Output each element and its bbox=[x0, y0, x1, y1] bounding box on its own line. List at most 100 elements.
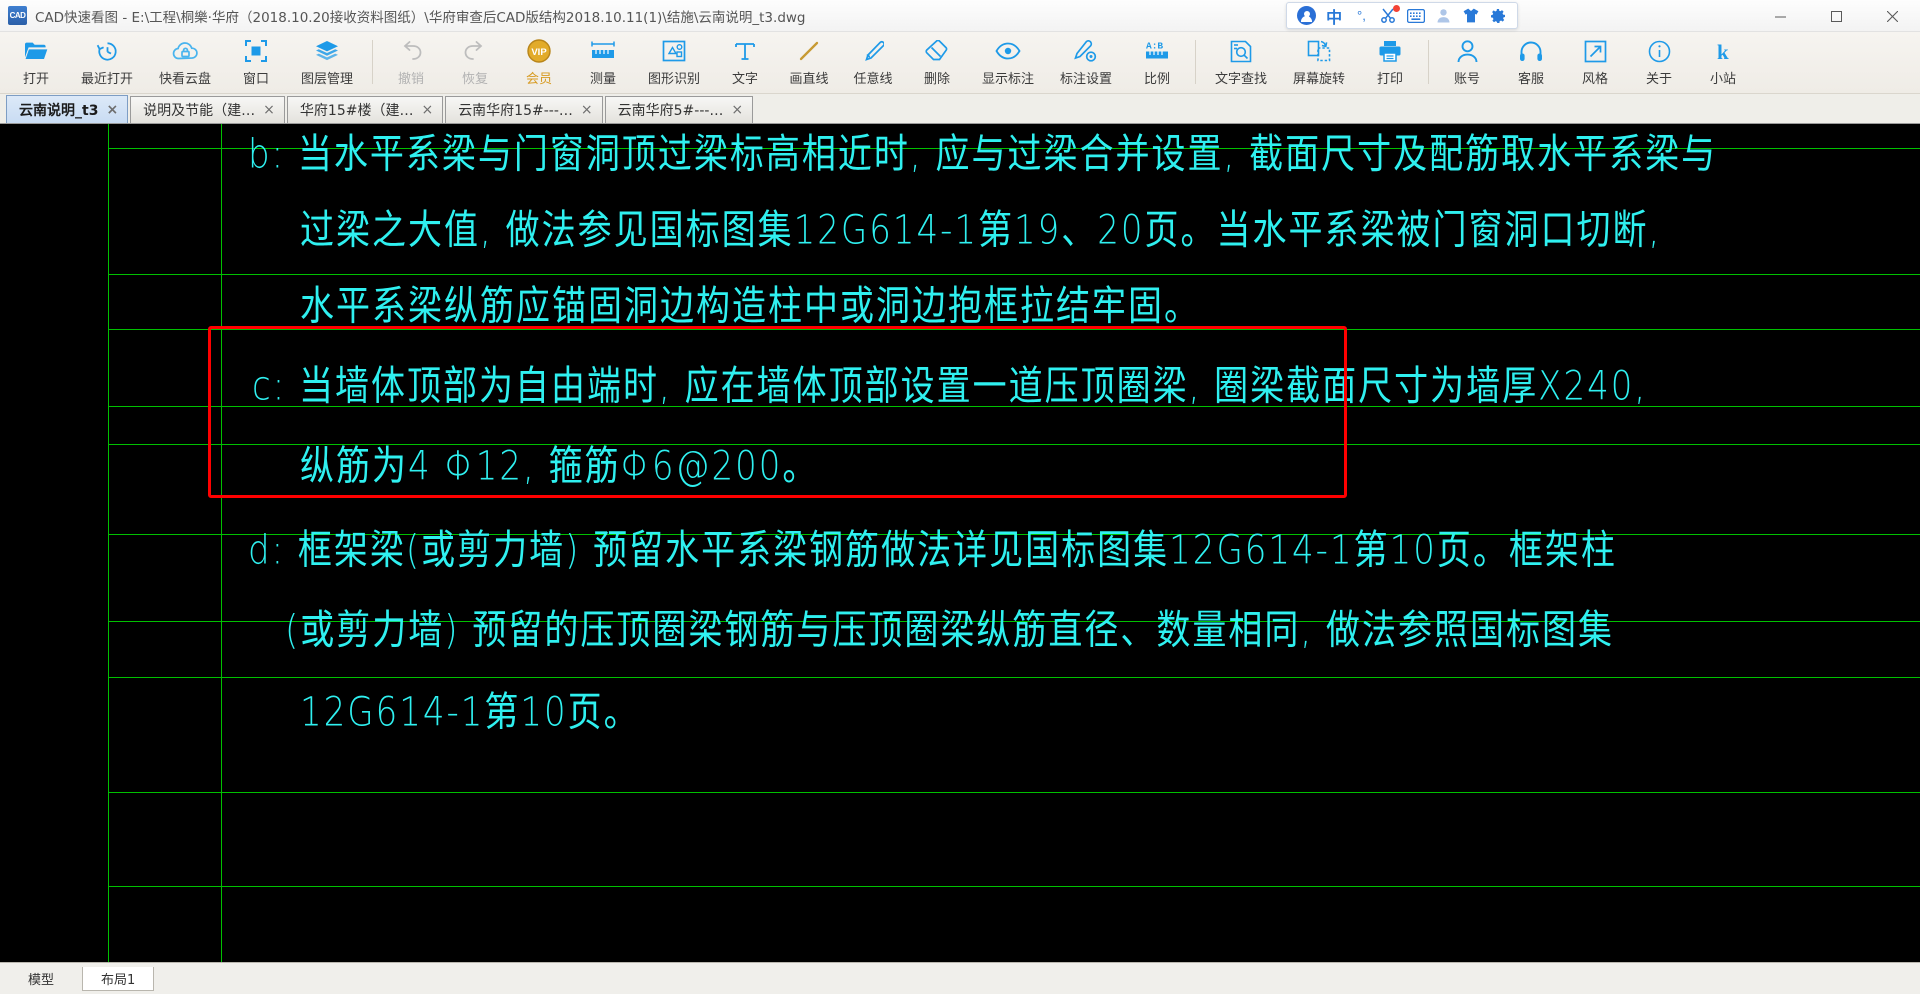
toolbar-separator bbox=[1428, 40, 1429, 84]
user-icon[interactable] bbox=[1434, 6, 1452, 26]
toolbar-label: 风格 bbox=[1581, 72, 1608, 87]
toolbar-button-layer-manager[interactable]: 图层管理 bbox=[288, 32, 366, 92]
layout-tab-label: 布局1 bbox=[101, 972, 136, 988]
toolbar-button-window[interactable]: 窗口 bbox=[224, 32, 288, 92]
toolbar-button-text-search[interactable]: 文字查找 bbox=[1202, 32, 1280, 92]
toolbar-button-redo[interactable]: 恢复 bbox=[443, 32, 507, 92]
line-draw-icon bbox=[798, 38, 820, 64]
chinese-mode-icon[interactable]: 中 bbox=[1325, 6, 1343, 27]
toolbar-button-cloud-disk[interactable]: 快看云盘 bbox=[146, 32, 224, 92]
app-logo-text: CAD bbox=[9, 10, 26, 20]
layout-tab-layout1[interactable]: 布局1 bbox=[82, 966, 155, 991]
toolbar-button-measure[interactable]: 测量 bbox=[571, 32, 635, 92]
maximize-button[interactable] bbox=[1808, 0, 1864, 32]
tab-huafu-15lou[interactable]: 华府15#楼（建… × bbox=[286, 96, 444, 123]
tab-shuoming-jieneng[interactable]: 说明及节能（建… × bbox=[130, 96, 285, 123]
close-icon[interactable]: × bbox=[731, 103, 743, 117]
tab-yunnan-shuoming-t3[interactable]: 云南说明_t3 × bbox=[6, 95, 129, 123]
toolbar-label: 客服 bbox=[1517, 72, 1544, 87]
cloud-icon bbox=[172, 38, 199, 64]
layout-tab-model[interactable]: 模型 bbox=[10, 967, 72, 991]
toolbar-button-freehand-line[interactable]: 任意线 bbox=[841, 32, 905, 92]
tab-label: 云南华府15#---… bbox=[458, 103, 573, 119]
table-grid-vertical-line bbox=[108, 124, 109, 962]
layout-tab-skew bbox=[0, 966, 10, 991]
toolbar-button-about[interactable]: 关于 bbox=[1627, 32, 1691, 92]
toolbar-label: 文字查找 bbox=[1214, 72, 1267, 87]
toolbar-label: 打开 bbox=[22, 72, 49, 87]
ime-floating-toolbar[interactable]: 中 °, bbox=[1286, 2, 1518, 29]
redo-arrow-icon bbox=[463, 38, 487, 64]
eye-icon bbox=[995, 38, 1021, 64]
account-person-icon bbox=[1457, 38, 1478, 64]
soft-keyboard-icon[interactable] bbox=[1406, 6, 1425, 26]
cad-text-line: 12G614-1第10页。 bbox=[300, 689, 640, 737]
headset-support-icon bbox=[1519, 38, 1543, 64]
minimize-button[interactable] bbox=[1752, 0, 1808, 32]
toolbar-label: 比例 bbox=[1143, 72, 1170, 87]
toolbar-button-print[interactable]: 打印 bbox=[1358, 32, 1422, 92]
window-title: CAD快速看图 - E:\工程\桐樂·华府（2018.10.20接收资料图纸）\… bbox=[35, 9, 806, 26]
toolbar-label: 账号 bbox=[1453, 72, 1480, 87]
toolbar-label: 画直线 bbox=[789, 72, 829, 87]
toolbar-button-vip[interactable]: VIP 会员 bbox=[507, 32, 571, 92]
window-icon bbox=[245, 38, 267, 64]
cad-text-line: b: 当水平系梁与门窗洞顶过梁标高相近时, 应与过梁合并设置, 截面尺寸及配筋取… bbox=[248, 131, 1718, 179]
printer-icon bbox=[1378, 38, 1402, 64]
toolbar-button-support[interactable]: 客服 bbox=[1499, 32, 1563, 92]
toolbar-button-draw-line[interactable]: 画直线 bbox=[777, 32, 841, 92]
kuaikan-k-icon: k bbox=[1712, 38, 1734, 64]
sogou-logo-icon[interactable] bbox=[1297, 6, 1316, 26]
toolbar-label: 图形识别 bbox=[647, 72, 700, 87]
window-controls bbox=[1752, 0, 1920, 32]
close-icon[interactable]: × bbox=[421, 103, 433, 117]
info-circle-icon bbox=[1648, 38, 1671, 64]
table-grid-horizontal-line bbox=[108, 677, 1920, 678]
tab-yunnan-huafu-15[interactable]: 云南华府15#---… × bbox=[445, 96, 603, 123]
toolbar-label: 打印 bbox=[1376, 72, 1403, 87]
table-grid-horizontal-line bbox=[108, 886, 1920, 887]
screenshot-scissors-icon[interactable] bbox=[1380, 4, 1400, 26]
close-button[interactable] bbox=[1864, 0, 1920, 32]
toolbar-label: 小站 bbox=[1709, 72, 1736, 87]
toolbar-button-scale[interactable]: A:B 比例 bbox=[1125, 32, 1189, 92]
toolbar-label: 显示标注 bbox=[981, 72, 1034, 87]
table-grid-vertical-line bbox=[221, 124, 222, 962]
tab-label: 云南说明_t3 bbox=[19, 102, 99, 119]
layers-icon bbox=[315, 38, 339, 64]
tab-label: 云南华府5#---… bbox=[617, 103, 724, 119]
toolbar-button-recent-open[interactable]: 最近打开 bbox=[68, 32, 146, 92]
toolbar-button-text[interactable]: 文字 bbox=[713, 32, 777, 92]
close-icon[interactable]: × bbox=[263, 103, 275, 117]
close-icon[interactable]: × bbox=[106, 103, 118, 117]
layout-tab-skew bbox=[154, 966, 165, 991]
skin-shirt-icon[interactable] bbox=[1461, 6, 1479, 26]
freehand-pen-icon bbox=[862, 38, 884, 64]
toolbar-label: 会员 bbox=[525, 72, 552, 87]
notification-dot-icon bbox=[1392, 4, 1400, 12]
settings-gear-icon[interactable] bbox=[1489, 6, 1507, 26]
toolbar-button-undo[interactable]: 撤销 bbox=[379, 32, 443, 92]
toolbar-button-annotation-settings[interactable]: 标注设置 bbox=[1047, 32, 1125, 92]
close-icon[interactable]: × bbox=[581, 103, 593, 117]
cad-text-line: 纵筋为4 Φ12, 箍筋Φ6@200。 bbox=[300, 443, 819, 491]
toolbar-button-account[interactable]: 账号 bbox=[1435, 32, 1499, 92]
toolbar-button-style[interactable]: 风格 bbox=[1563, 32, 1627, 92]
layout-tab-skew bbox=[72, 966, 83, 991]
app-logo-icon: CAD bbox=[8, 6, 27, 25]
annotation-settings-icon bbox=[1074, 38, 1098, 64]
toolbar-button-show-annotation[interactable]: 显示标注 bbox=[969, 32, 1047, 92]
cad-drawing-canvas[interactable]: b: 当水平系梁与门窗洞顶过梁标高相近时, 应与过梁合并设置, 截面尺寸及配筋取… bbox=[0, 124, 1920, 962]
toolbar-button-screen-rotate[interactable]: 屏幕旋转 bbox=[1280, 32, 1358, 92]
document-tab-bar: 云南说明_t3 × 说明及节能（建… × 华府15#楼（建… × 云南华府15#… bbox=[0, 94, 1920, 124]
toolbar-button-open[interactable]: 打开 bbox=[4, 32, 68, 92]
toolbar-separator bbox=[372, 40, 373, 84]
tab-label: 说明及节能（建… bbox=[143, 103, 256, 119]
svg-text:VIP: VIP bbox=[531, 47, 547, 58]
toolbar-separator bbox=[1195, 40, 1196, 84]
tab-yunnan-huafu-5[interactable]: 云南华府5#---… × bbox=[604, 96, 754, 123]
toolbar-button-shape-recognition[interactable]: 图形识别 bbox=[635, 32, 713, 92]
punctuation-mode-icon[interactable]: °, bbox=[1352, 6, 1370, 26]
toolbar-button-delete[interactable]: 删除 bbox=[905, 32, 969, 92]
toolbar-button-station[interactable]: k 小站 bbox=[1691, 32, 1755, 92]
